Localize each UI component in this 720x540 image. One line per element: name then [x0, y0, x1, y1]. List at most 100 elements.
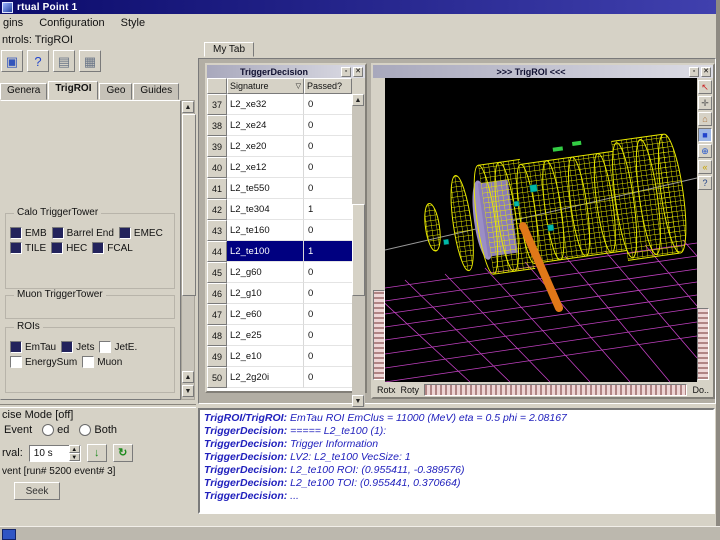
menu-item-configuration[interactable]: Configuration [39, 17, 104, 29]
checkbox-box [99, 341, 112, 353]
checkbox-fcal[interactable]: FCAL [92, 242, 133, 254]
table-row[interactable]: 43 L2_te160 0 [207, 220, 352, 241]
menu-item-gins[interactable]: gins [3, 17, 23, 29]
window-titlebar[interactable]: rtual Point 1 [0, 0, 716, 14]
prev-event-button[interactable]: ↓ [86, 444, 107, 462]
tab-trigroi[interactable]: TrigROI [48, 81, 99, 100]
checkbox-jete[interactable]: JetE. [99, 341, 137, 353]
table-scrollbar[interactable]: ▲ ▼ [352, 94, 365, 407]
passed-column-header[interactable]: Passed? [304, 78, 352, 94]
radio-ed[interactable]: ed [42, 424, 69, 436]
window-button[interactable]: ▣ [1, 50, 23, 72]
message-prefix: TriggerDecision: [204, 490, 288, 502]
seek-button[interactable]: Seek [14, 482, 60, 500]
interval-spinbox[interactable]: 10 s ▲ ▼ [28, 444, 81, 462]
checkbox-barrel-end[interactable]: Barrel End [51, 227, 114, 239]
table-row[interactable]: 38 L2_xe24 0 [207, 115, 352, 136]
rotx-thumbwheel[interactable] [373, 290, 385, 380]
radio-label: ed [57, 424, 70, 436]
table-row[interactable]: 46 L2_g10 0 [207, 283, 352, 304]
calo-triggertower-group: Calo TriggerTower EMB Barrel End EMEC TILE H… [5, 207, 175, 289]
checkbox-box [51, 242, 64, 254]
checkbox-emb[interactable]: EMB [10, 227, 47, 239]
seek-button[interactable]: « [698, 160, 712, 174]
spin-up-icon[interactable]: ▲ [68, 445, 80, 453]
tab-guides[interactable]: Guides [133, 83, 180, 100]
interval-label: rval: [2, 447, 23, 459]
checkbox-hec[interactable]: HEC [51, 242, 87, 254]
table-row[interactable]: 44 L2_te100 1 [207, 241, 352, 262]
checkbox-jets[interactable]: Jets [61, 341, 94, 353]
spin-down-icon[interactable]: ▼ [68, 453, 80, 461]
viewer-window-titlebar[interactable]: >>> TrigROI <<< ▫ ✕ [373, 65, 713, 78]
scrollbar-thumb[interactable] [182, 114, 196, 296]
close-icon[interactable]: ✕ [353, 66, 363, 77]
row-signature: L2_g60 [227, 262, 304, 283]
message-line: TriggerDecision: Trigger Information [204, 438, 709, 451]
view-hand-button[interactable]: ✛ [698, 96, 712, 110]
row-number-header[interactable] [207, 78, 227, 94]
taskbar-item[interactable] [2, 529, 16, 540]
table-row[interactable]: 40 L2_xe12 0 [207, 157, 352, 178]
table-row[interactable]: 42 L2_te304 1 [207, 199, 352, 220]
row-signature: L2_te160 [227, 220, 304, 241]
roty-thumbwheel[interactable] [424, 383, 688, 396]
tab-my-tab[interactable]: My Tab [204, 42, 255, 57]
detector-3d-view[interactable] [385, 78, 697, 382]
home-button[interactable]: ⌂ [698, 112, 712, 126]
display-button[interactable]: ▤ [53, 50, 75, 72]
radio-icon [42, 424, 55, 436]
set-home-button[interactable]: ■ [698, 128, 712, 142]
checkbox-box [92, 242, 105, 254]
row-signature: L2_e60 [227, 304, 304, 325]
row-signature: L2_g10 [227, 283, 304, 304]
radio-both[interactable]: Both [79, 424, 117, 436]
pick-arrow-button[interactable]: ↖ [698, 80, 712, 94]
message-text: LV2: L2_te100 VecSize: 1 [287, 451, 411, 463]
restore-icon[interactable]: ▫ [341, 66, 351, 77]
left-panel-scrollbar[interactable]: ▲ ▲ ▼ [181, 100, 196, 400]
tab-geo[interactable]: Geo [99, 83, 133, 100]
help-button[interactable]: ? [27, 50, 49, 72]
checkbox-emtau[interactable]: EmTau [10, 341, 56, 353]
scroll-down-icon[interactable]: ▼ [182, 385, 194, 397]
close-icon[interactable]: ✕ [701, 66, 711, 77]
viewer-help-button[interactable]: ? [698, 176, 712, 190]
checkbox-emec[interactable]: EMEC [118, 227, 163, 239]
checkbox-energysum[interactable]: EnergySum [10, 356, 77, 368]
table-row[interactable]: 48 L2_e25 0 [207, 325, 352, 346]
table-row[interactable]: 37 L2_xe32 0 [207, 94, 352, 115]
row-passed: 0 [304, 304, 352, 325]
row-number: 42 [207, 199, 227, 220]
checkbox-muon[interactable]: Muon [82, 356, 122, 368]
table-row[interactable]: 45 L2_g60 0 [207, 262, 352, 283]
table-row[interactable]: 50 L2_2g20i 0 [207, 367, 352, 388]
restore-icon[interactable]: ▫ [689, 66, 699, 77]
next-event-button[interactable]: ↻ [112, 444, 133, 462]
view-hand-icon: ✛ [701, 97, 709, 108]
checkbox-box [10, 242, 22, 254]
checkbox-tile[interactable]: TILE [10, 242, 46, 254]
dolly-thumbwheel[interactable] [697, 308, 709, 380]
scroll-up-icon[interactable]: ▲ [352, 94, 364, 106]
message-text: L2_te100 TOI: (0.955441, 0.370664) [287, 477, 461, 489]
scrollbar-thumb[interactable] [352, 204, 365, 296]
calo-checkbox-list: EMB Barrel End EMEC TILE HEC FCAL [6, 214, 174, 256]
menu-item-style[interactable]: Style [121, 17, 145, 29]
trigger-window-titlebar[interactable]: TriggerDecision ▫ ✕ [207, 65, 365, 78]
scroll-up-icon[interactable]: ▲ [182, 371, 194, 383]
tab-genera[interactable]: Genera [0, 83, 48, 100]
signature-column-header[interactable]: Signature ▽ [227, 78, 304, 94]
table-row[interactable]: 49 L2_e10 0 [207, 346, 352, 367]
table-row[interactable]: 39 L2_xe20 0 [207, 136, 352, 157]
table-row[interactable]: 47 L2_e60 0 [207, 304, 352, 325]
grid-button[interactable]: ▦ [79, 50, 101, 72]
app-icon [2, 1, 13, 13]
scroll-down-icon[interactable]: ▼ [352, 395, 364, 407]
message-log[interactable]: TrigROI/TrigROI: EmTau ROI EmClus = 1100… [198, 408, 715, 514]
row-passed: 0 [304, 220, 352, 241]
checkbox-label: Jets [76, 341, 95, 353]
scroll-up-icon[interactable]: ▲ [182, 101, 194, 113]
table-row[interactable]: 41 L2_te550 0 [207, 178, 352, 199]
view-all-button[interactable]: ⊕ [698, 144, 712, 158]
